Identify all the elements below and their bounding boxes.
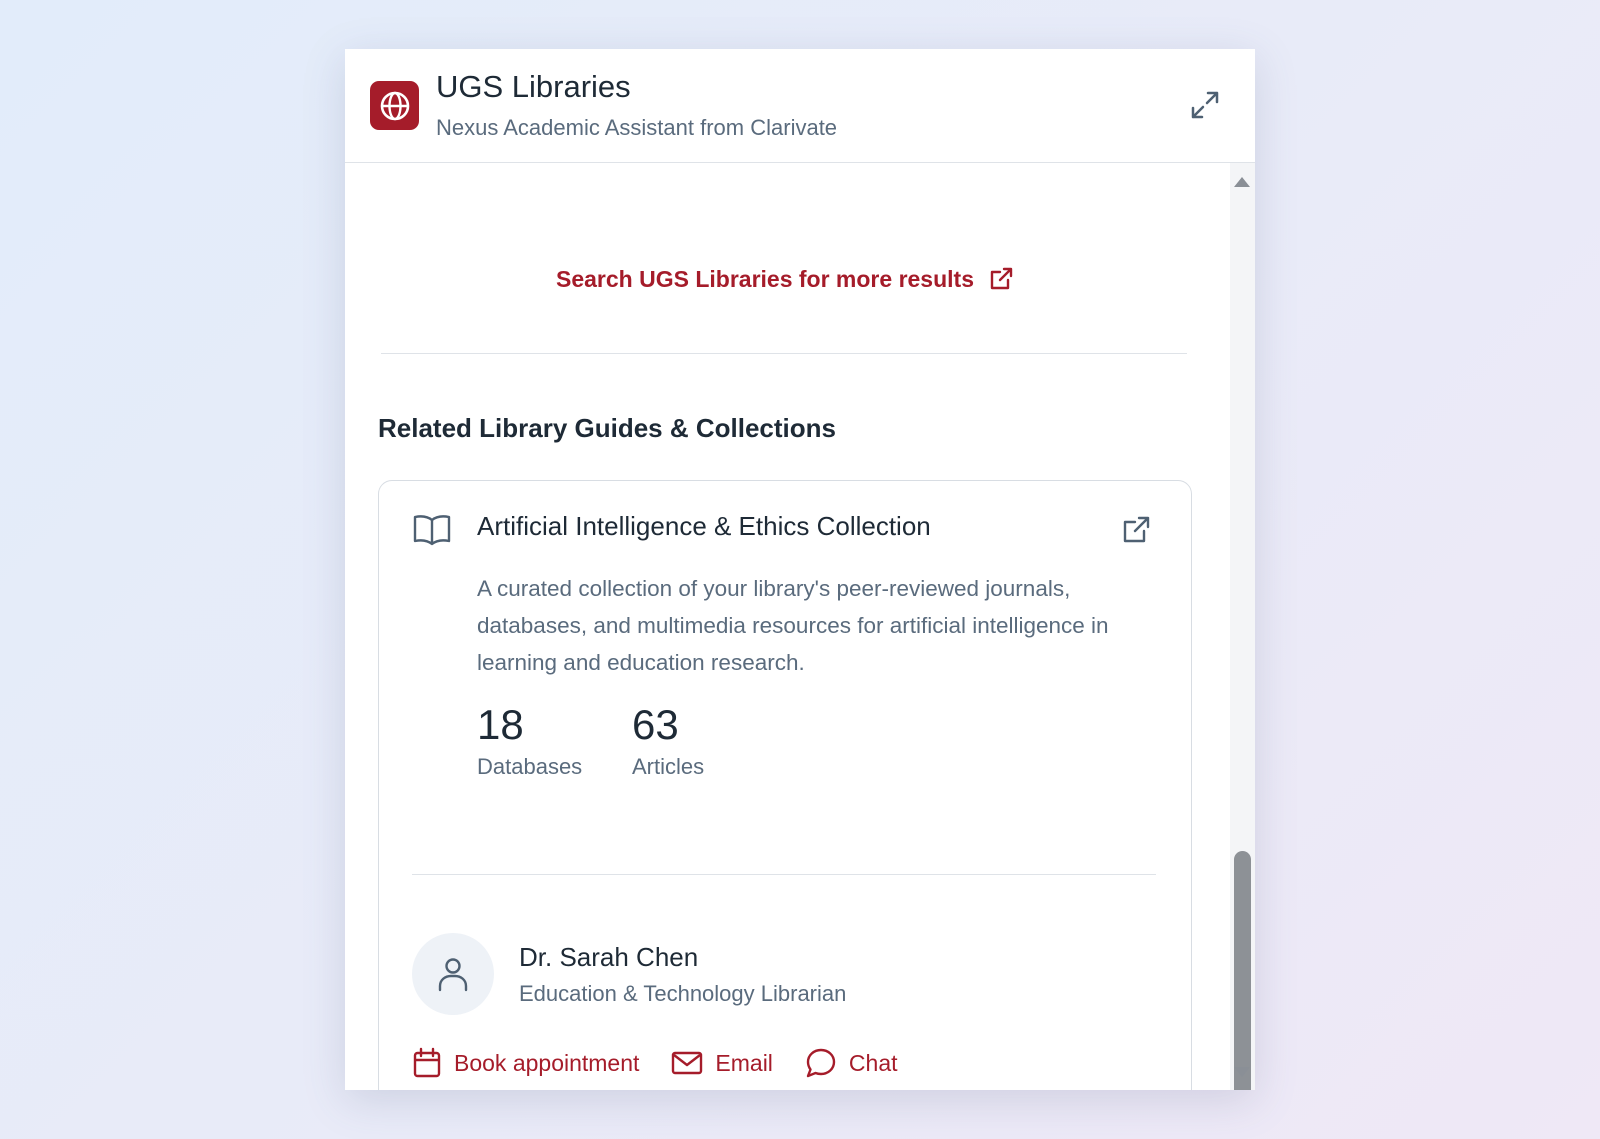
scrollbar[interactable]	[1230, 163, 1255, 1090]
search-more-results-link[interactable]: Search UGS Libraries for more results	[345, 261, 1225, 297]
stat-databases: 18 Databases	[477, 700, 582, 780]
expand-button[interactable]	[1187, 87, 1223, 123]
assistant-widget: UGS Libraries Nexus Academic Assistant f…	[345, 49, 1255, 1090]
book-appointment-button[interactable]: Book appointment	[412, 1047, 639, 1079]
book-open-icon	[413, 515, 451, 546]
external-link-icon	[990, 267, 1013, 290]
stat-value: 63	[632, 701, 679, 748]
collection-title[interactable]: Artificial Intelligence & Ethics Collect…	[477, 511, 931, 542]
stat-articles: 63 Articles	[632, 700, 704, 780]
card-divider	[412, 874, 1156, 875]
widget-header: UGS Libraries Nexus Academic Assistant f…	[345, 49, 1255, 163]
search-more-results-label: Search UGS Libraries for more results	[556, 265, 974, 292]
app-subtitle: Nexus Academic Assistant from Clarivate	[436, 115, 838, 140]
section-title: Related Library Guides & Collections	[378, 413, 836, 443]
scroll-down-arrow[interactable]	[1234, 1067, 1250, 1077]
chat-scroll-area[interactable]: Search UGS Libraries for more results Re…	[345, 163, 1255, 1090]
scroll-thumb[interactable]	[1234, 851, 1251, 1090]
email-button[interactable]: Email	[671, 1050, 773, 1077]
stat-label: Databases	[477, 754, 583, 779]
globe-icon	[370, 81, 419, 130]
calendar-icon	[413, 1047, 441, 1078]
collection-card: Artificial Intelligence & Ethics Collect…	[378, 480, 1192, 1090]
user-icon	[438, 958, 468, 992]
expand-icon	[1191, 91, 1219, 119]
open-collection-button[interactable]	[1119, 513, 1153, 547]
stat-label: Articles	[632, 754, 705, 779]
book-appointment-label: Book appointment	[454, 1049, 640, 1076]
contact-actions: Book appointment Email Chat	[412, 1043, 930, 1083]
external-link-icon	[1123, 516, 1150, 543]
app-title: UGS Libraries	[436, 69, 631, 104]
email-label: Email	[715, 1049, 773, 1076]
stat-value: 18	[477, 701, 524, 748]
chat-label: Chat	[848, 1049, 898, 1076]
librarian-name: Dr. Sarah Chen	[519, 942, 699, 972]
section-divider	[381, 353, 1187, 354]
mail-icon	[672, 1051, 703, 1075]
chat-button[interactable]: Chat	[805, 1047, 898, 1079]
chat-bubble-icon	[806, 1048, 836, 1078]
avatar	[412, 933, 494, 1015]
scroll-up-arrow[interactable]	[1234, 177, 1250, 187]
collection-description: A curated collection of your library's p…	[477, 576, 1109, 675]
librarian-role: Education & Technology Librarian	[519, 981, 847, 1006]
